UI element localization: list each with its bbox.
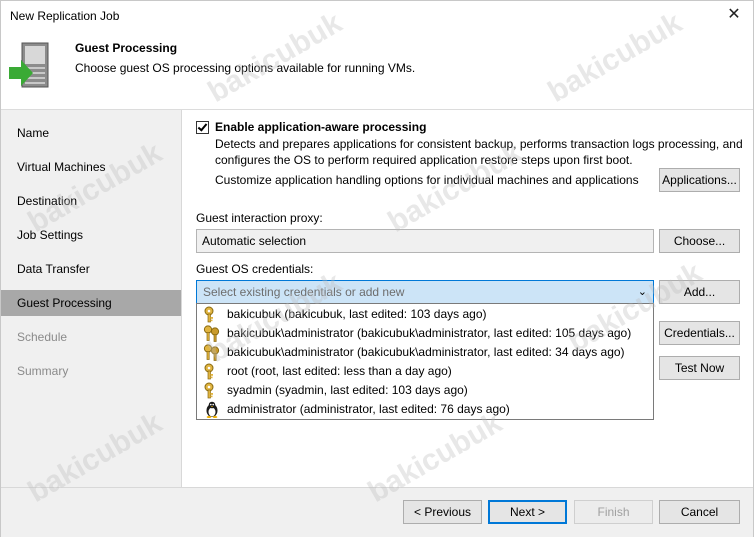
sidebar-item-name[interactable]: Name (1, 120, 181, 146)
credential-text: administrator (administrator, last edite… (227, 402, 510, 416)
applications-button[interactable]: Applications... (659, 168, 740, 192)
proxy-label: Guest interaction proxy: (196, 211, 323, 225)
list-item[interactable]: root (root, last edited: less than a day… (197, 362, 653, 381)
test-now-button[interactable]: Test Now (659, 356, 740, 380)
app-aware-checkbox[interactable] (196, 121, 209, 134)
wizard-header: Guest Processing Choose guest OS process… (1, 31, 753, 110)
credential-text: syadmin (syadmin, last edited: 103 days … (227, 383, 468, 397)
finish-button: Finish (574, 500, 653, 524)
app-aware-description-line2: configures the OS to perform required ap… (215, 153, 633, 167)
key-icon (203, 363, 221, 380)
watermark: bakicubuk (382, 136, 528, 239)
credential-text: bakicubuk\administrator (bakicubuk\admin… (227, 326, 632, 340)
choose-proxy-button[interactable]: Choose... (659, 229, 740, 253)
key-icon (203, 306, 221, 323)
credential-text: root (root, last edited: less than a day… (227, 364, 452, 378)
sidebar-item-destination[interactable]: Destination (1, 188, 181, 214)
list-item[interactable]: bakicubuk\administrator (bakicubuk\admin… (197, 343, 653, 362)
key-icon (203, 382, 221, 399)
credentials-label: Guest OS credentials: (196, 262, 314, 276)
window-title: New Replication Job (10, 9, 120, 23)
close-icon[interactable]: ✕ (725, 6, 743, 24)
customize-text: Customize application handling options f… (215, 173, 639, 187)
app-aware-label[interactable]: Enable application-aware processing (215, 120, 426, 134)
add-credentials-button[interactable]: Add... (659, 280, 740, 304)
sidebar-item-data-transfer[interactable]: Data Transfer (1, 256, 181, 282)
credentials-placeholder: Select existing credentials or add new (203, 285, 405, 299)
list-item[interactable]: syadmin (syadmin, last edited: 103 days … (197, 381, 653, 400)
sidebar-item-guest-processing[interactable]: Guest Processing (1, 290, 181, 316)
sidebar-item-schedule: Schedule (17, 330, 68, 344)
wizard-window: New Replication Job ✕ Guest Processing C… (0, 0, 754, 537)
app-aware-description-line1: Detects and prepares applications for co… (215, 137, 743, 151)
credential-text: bakicubuk\administrator (bakicubuk\admin… (227, 345, 625, 359)
title-bar: New Replication Job ✕ (1, 1, 753, 31)
next-button[interactable]: Next > (488, 500, 567, 524)
wizard-steps-sidebar: Name Virtual Machines Destination Job Se… (1, 110, 182, 487)
credentials-dropdown-list: bakicubuk (bakicubuk, last edited: 103 d… (196, 303, 654, 420)
credentials-button[interactable]: Credentials... (659, 321, 740, 345)
previous-button[interactable]: < Previous (403, 500, 482, 524)
proxy-field[interactable]: Automatic selection (196, 229, 654, 253)
keys-icon (203, 344, 221, 361)
keys-icon (203, 325, 221, 342)
sidebar-item-summary: Summary (17, 364, 69, 378)
list-item[interactable]: bakicubuk\administrator (bakicubuk\admin… (197, 324, 653, 343)
cancel-button[interactable]: Cancel (659, 500, 740, 524)
list-item[interactable]: bakicubuk (bakicubuk, last edited: 103 d… (197, 305, 653, 324)
credential-text: bakicubuk (bakicubuk, last edited: 103 d… (227, 307, 487, 321)
chevron-down-icon[interactable]: ⌄ (638, 281, 647, 303)
vm-arrow-icon (9, 41, 51, 91)
sidebar-item-job-settings[interactable]: Job Settings (1, 222, 181, 248)
page-description: Choose guest OS processing options avail… (75, 61, 416, 75)
sidebar-item-virtual-machines[interactable]: Virtual Machines (1, 154, 181, 180)
page-title: Guest Processing (75, 41, 178, 55)
list-item[interactable]: administrator (administrator, last edite… (197, 400, 653, 419)
credentials-combobox[interactable]: Select existing credentials or add new ⌄ (196, 280, 654, 304)
linux-penguin-icon (203, 401, 221, 418)
